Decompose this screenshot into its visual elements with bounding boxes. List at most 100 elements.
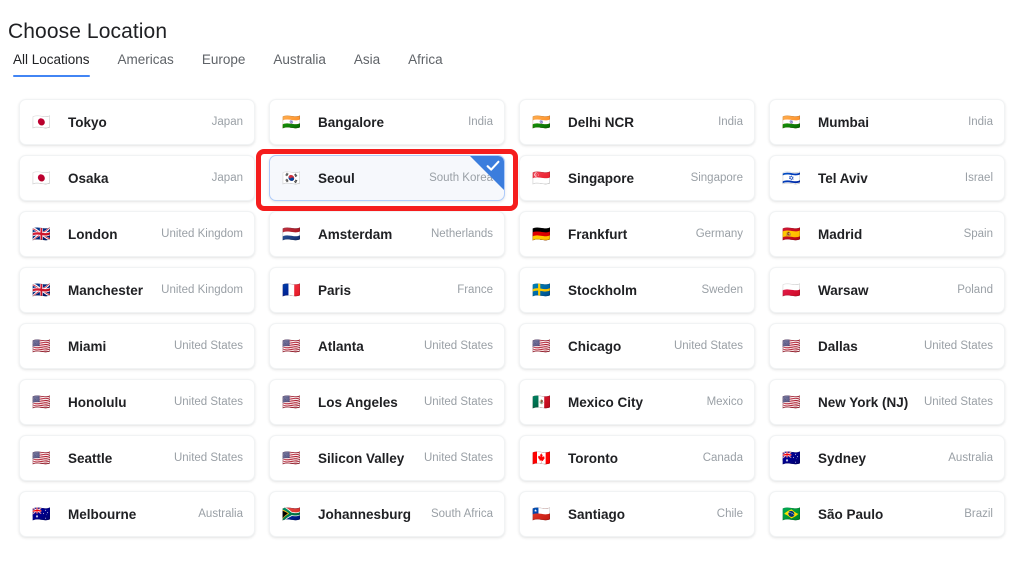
location-city-label: Sydney [818,450,867,466]
location-card-tokyo[interactable]: 🇯🇵 Tokyo Japan [19,99,255,145]
tab-americas[interactable]: Americas [104,50,188,77]
location-card-bangalore[interactable]: 🇮🇳 Bangalore India [269,99,505,145]
location-city-label: Warsaw [818,282,869,298]
location-card-atlanta[interactable]: 🇺🇸 Atlanta United States [269,323,505,369]
location-country-label: Australia [948,452,993,464]
location-city-label: Manchester [68,282,144,298]
location-city-label: Tokyo [68,114,107,130]
location-country-label: United States [923,340,993,352]
location-card-amsterdam[interactable]: 🇳🇱 Amsterdam Netherlands [269,211,505,257]
location-country-label: Sweden [701,284,743,296]
location-city-label: Delhi NCR [568,114,635,130]
location-city-label: Bangalore [318,114,385,130]
tab-australia[interactable]: Australia [259,50,340,77]
location-city-label: Seoul [318,170,355,186]
location-card-johannesburg[interactable]: 🇿🇦 Johannesburg South Africa [269,491,505,537]
location-country-label: South Korea [429,172,493,184]
location-city-label: Stockholm [568,282,638,298]
location-card-chicago[interactable]: 🇺🇸 Chicago United States [519,323,755,369]
location-city-label: Toronto [568,450,618,466]
location-city-label: Paris [318,282,352,298]
location-card-singapore[interactable]: 🇸🇬 Singapore Singapore [519,155,755,201]
location-card-delhi-ncr[interactable]: 🇮🇳 Delhi NCR India [519,99,755,145]
location-card-manchester[interactable]: 🇬🇧 Manchester United Kingdom [19,267,255,313]
location-card-seattle[interactable]: 🇺🇸 Seattle United States [19,435,255,481]
flag-united-states-icon: 🇺🇸 [282,392,301,411]
choose-location-page: Choose Location All Locations Americas Eur… [0,0,1024,567]
location-city-label: Tel Aviv [818,170,868,186]
location-card-miami[interactable]: 🇺🇸 Miami United States [19,323,255,369]
location-country-label: France [457,284,493,296]
flag-chile-icon: 🇨🇱 [532,504,551,523]
location-country-label: Singapore [690,172,743,184]
location-card-tel-aviv[interactable]: 🇮🇱 Tel Aviv Israel [769,155,1005,201]
location-card-warsaw[interactable]: 🇵🇱 Warsaw Poland [769,267,1005,313]
flag-canada-icon: 🇨🇦 [532,448,551,467]
flag-spain-icon: 🇪🇸 [782,224,801,243]
location-card-mexico-city[interactable]: 🇲🇽 Mexico City Mexico [519,379,755,425]
location-card-s-o-paulo[interactable]: 🇧🇷 São Paulo Brazil [769,491,1005,537]
location-card-los-angeles[interactable]: 🇺🇸 Los Angeles United States [269,379,505,425]
flag-united-states-icon: 🇺🇸 [532,336,551,355]
location-card-silicon-valley[interactable]: 🇺🇸 Silicon Valley United States [269,435,505,481]
location-city-label: London [68,226,118,242]
location-card-stockholm[interactable]: 🇸🇪 Stockholm Sweden [519,267,755,313]
location-country-label: United Kingdom [161,284,243,296]
flag-brazil-icon: 🇧🇷 [782,504,801,523]
location-card-dallas[interactable]: 🇺🇸 Dallas United States [769,323,1005,369]
location-city-label: Mumbai [818,114,870,130]
location-card-paris[interactable]: 🇫🇷 Paris France [269,267,505,313]
location-card-osaka[interactable]: 🇯🇵 Osaka Japan [19,155,255,201]
location-country-label: United Kingdom [161,228,243,240]
location-city-label: Silicon Valley [318,450,405,466]
location-card-toronto[interactable]: 🇨🇦 Toronto Canada [519,435,755,481]
location-card-london[interactable]: 🇬🇧 London United Kingdom [19,211,255,257]
location-card-sydney[interactable]: 🇦🇺 Sydney Australia [769,435,1005,481]
location-country-label: United States [173,452,243,464]
location-card-seoul[interactable]: 🇰🇷 Seoul South Korea [269,155,505,201]
flag-sweden-icon: 🇸🇪 [532,280,551,299]
flag-united-states-icon: 🇺🇸 [32,448,51,467]
flag-united-states-icon: 🇺🇸 [782,392,801,411]
location-card-madrid[interactable]: 🇪🇸 Madrid Spain [769,211,1005,257]
location-card-new-york-nj[interactable]: 🇺🇸 New York (NJ) United States [769,379,1005,425]
flag-mexico-icon: 🇲🇽 [532,392,551,411]
flag-israel-icon: 🇮🇱 [782,168,801,187]
flag-france-icon: 🇫🇷 [282,280,301,299]
location-card-santiago[interactable]: 🇨🇱 Santiago Chile [519,491,755,537]
location-country-label: India [968,116,993,128]
location-country-label: Canada [702,452,743,464]
location-grid: 🇯🇵 Tokyo Japan 🇮🇳 Bangalore India 🇮🇳 Delhi NCR I… [19,99,1005,537]
location-country-label: United States [423,340,493,352]
location-country-label: Australia [198,508,243,520]
location-card-honolulu[interactable]: 🇺🇸 Honolulu United States [19,379,255,425]
location-card-mumbai[interactable]: 🇮🇳 Mumbai India [769,99,1005,145]
region-tabs: All Locations Americas Europe Australia Asia… [10,50,457,78]
flag-united-states-icon: 🇺🇸 [282,336,301,355]
flag-india-icon: 🇮🇳 [532,112,551,131]
tab-all-locations[interactable]: All Locations [10,50,104,77]
tab-europe[interactable]: Europe [188,50,260,77]
location-card-melbourne[interactable]: 🇦🇺 Melbourne Australia [19,491,255,537]
location-country-label: Brazil [964,508,993,520]
flag-united-states-icon: 🇺🇸 [782,336,801,355]
location-city-label: Chicago [568,338,622,354]
location-country-label: India [718,116,743,128]
flag-netherlands-icon: 🇳🇱 [282,224,301,243]
flag-united-states-icon: 🇺🇸 [32,336,51,355]
tab-africa[interactable]: Africa [394,50,457,77]
location-country-label: Mexico [706,396,743,408]
flag-poland-icon: 🇵🇱 [782,280,801,299]
location-city-label: Seattle [68,450,113,466]
location-card-frankfurt[interactable]: 🇩🇪 Frankfurt Germany [519,211,755,257]
page-title: Choose Location [8,20,168,44]
flag-united-kingdom-icon: 🇬🇧 [32,280,51,299]
location-city-label: Atlanta [318,338,364,354]
tab-asia[interactable]: Asia [340,50,394,77]
flag-japan-icon: 🇯🇵 [32,168,51,187]
location-country-label: Germany [695,228,743,240]
flag-australia-icon: 🇦🇺 [782,448,801,467]
location-city-label: Singapore [568,170,635,186]
location-country-label: United States [173,396,243,408]
location-city-label: Amsterdam [318,226,393,242]
